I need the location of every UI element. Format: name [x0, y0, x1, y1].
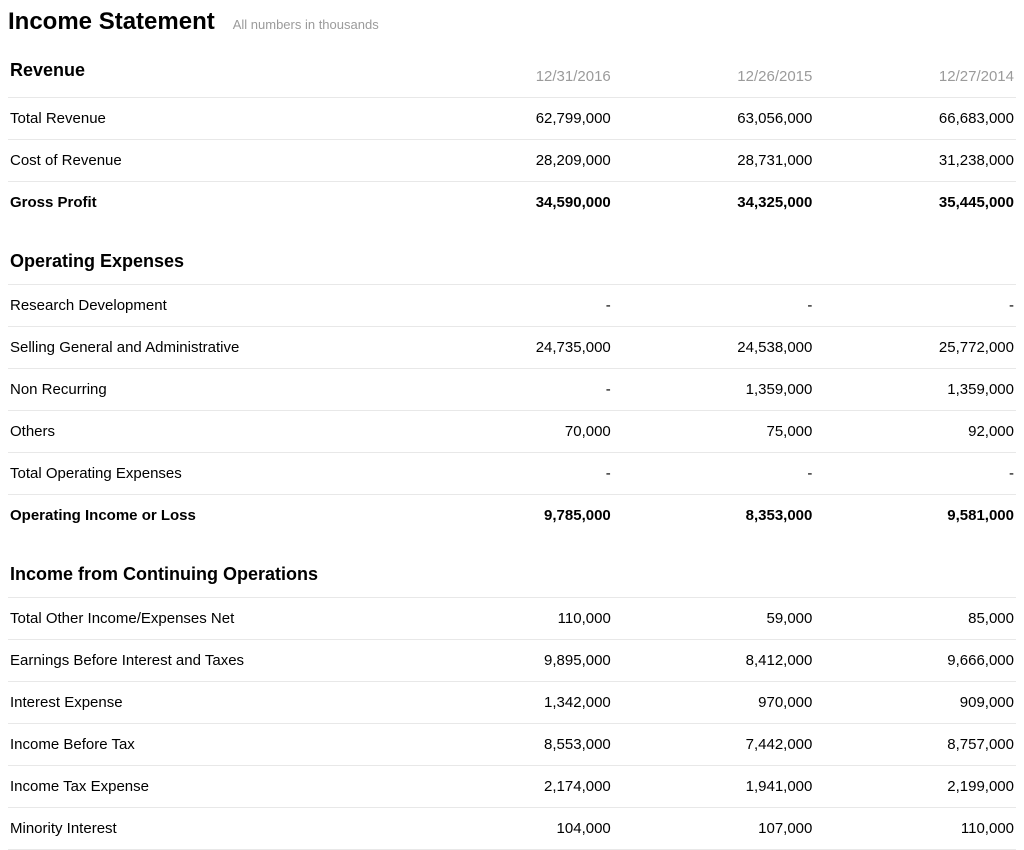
row-value: 104,000	[411, 808, 613, 850]
section-header: Income from Continuing Operations	[8, 536, 411, 598]
row-value: 63,056,000	[613, 98, 815, 140]
row-value: 85,000	[814, 598, 1016, 640]
row-label: Total Operating Expenses	[8, 453, 411, 495]
row-label: Others	[8, 411, 411, 453]
row-value: 1,342,000	[411, 682, 613, 724]
column-date	[814, 536, 1016, 598]
table-row: Earnings Before Interest and Taxes9,895,…	[8, 640, 1016, 682]
row-value: -	[814, 285, 1016, 327]
row-label: Income Tax Expense	[8, 766, 411, 808]
row-value: 970,000	[613, 682, 815, 724]
table-row: Income Tax Expense2,174,0001,941,0002,19…	[8, 766, 1016, 808]
row-value: 34,590,000	[411, 182, 613, 224]
row-value: 110,000	[411, 598, 613, 640]
row-value: 28,731,000	[613, 140, 815, 182]
table-row: Income Before Tax8,553,0007,442,0008,757…	[8, 724, 1016, 766]
table-row: Operating Income or Loss9,785,0008,353,0…	[8, 495, 1016, 537]
table-row: Minority Interest104,000107,000110,000	[8, 808, 1016, 850]
table-row: Selling General and Administrative24,735…	[8, 327, 1016, 369]
row-value: 8,412,000	[613, 640, 815, 682]
row-value: -	[613, 453, 815, 495]
row-value: 24,538,000	[613, 327, 815, 369]
row-value: 1,359,000	[814, 369, 1016, 411]
row-value: 8,757,000	[814, 724, 1016, 766]
page-subtitle: All numbers in thousands	[233, 17, 379, 32]
row-label: Non Recurring	[8, 369, 411, 411]
row-value: -	[613, 285, 815, 327]
row-value: -	[411, 369, 613, 411]
row-label: Minority Interest	[8, 808, 411, 850]
row-label: Selling General and Administrative	[8, 327, 411, 369]
row-value: 9,581,000	[814, 495, 1016, 537]
column-date	[411, 536, 613, 598]
row-value: -	[411, 453, 613, 495]
row-value: 31,238,000	[814, 140, 1016, 182]
row-value: 24,735,000	[411, 327, 613, 369]
column-date: 12/31/2016	[411, 56, 613, 98]
row-value: 92,000	[814, 411, 1016, 453]
row-value: 7,442,000	[613, 724, 815, 766]
row-label: Operating Income or Loss	[8, 495, 411, 537]
row-value: 909,000	[814, 682, 1016, 724]
table-row: Interest Expense1,342,000970,000909,000	[8, 682, 1016, 724]
row-value: 34,325,000	[613, 182, 815, 224]
row-value: -	[814, 453, 1016, 495]
column-date	[814, 223, 1016, 285]
row-value: 8,353,000	[613, 495, 815, 537]
row-value: 62,799,000	[411, 98, 613, 140]
row-value: 9,895,000	[411, 640, 613, 682]
table-row: Research Development---	[8, 285, 1016, 327]
column-date: 12/26/2015	[613, 56, 815, 98]
row-label: Cost of Revenue	[8, 140, 411, 182]
row-value: -	[411, 285, 613, 327]
table-row: Gross Profit34,590,00034,325,00035,445,0…	[8, 182, 1016, 224]
table-row: Cost of Revenue28,209,00028,731,00031,23…	[8, 140, 1016, 182]
row-value: 8,553,000	[411, 724, 613, 766]
row-value: 2,199,000	[814, 766, 1016, 808]
row-value: 25,772,000	[814, 327, 1016, 369]
row-label: Interest Expense	[8, 682, 411, 724]
table-row: Total Operating Expenses---	[8, 453, 1016, 495]
row-label: Total Other Income/Expenses Net	[8, 598, 411, 640]
row-value: 70,000	[411, 411, 613, 453]
row-label: Earnings Before Interest and Taxes	[8, 640, 411, 682]
row-value: 110,000	[814, 808, 1016, 850]
row-value: 59,000	[613, 598, 815, 640]
column-date	[613, 223, 815, 285]
row-value: 9,785,000	[411, 495, 613, 537]
row-label: Research Development	[8, 285, 411, 327]
page-title: Income Statement	[8, 8, 215, 36]
table-row: Total Revenue62,799,00063,056,00066,683,…	[8, 98, 1016, 140]
row-label: Income Before Tax	[8, 724, 411, 766]
row-value: 2,174,000	[411, 766, 613, 808]
column-date	[411, 223, 613, 285]
section-header: Revenue	[8, 56, 411, 98]
row-value: 1,359,000	[613, 369, 815, 411]
row-value: 1,941,000	[613, 766, 815, 808]
row-label: Gross Profit	[8, 182, 411, 224]
row-label: Total Revenue	[8, 98, 411, 140]
table-row: Total Other Income/Expenses Net110,00059…	[8, 598, 1016, 640]
section-header: Operating Expenses	[8, 223, 411, 285]
title-row: Income Statement All numbers in thousand…	[8, 8, 1016, 36]
row-value: 75,000	[613, 411, 815, 453]
table-row: Non Recurring-1,359,0001,359,000	[8, 369, 1016, 411]
row-value: 9,666,000	[814, 640, 1016, 682]
income-statement-table: Revenue12/31/201612/26/201512/27/2014Tot…	[8, 56, 1016, 850]
row-value: 66,683,000	[814, 98, 1016, 140]
row-value: 35,445,000	[814, 182, 1016, 224]
row-value: 28,209,000	[411, 140, 613, 182]
row-value: 107,000	[613, 808, 815, 850]
column-date	[613, 536, 815, 598]
table-row: Others70,00075,00092,000	[8, 411, 1016, 453]
column-date: 12/27/2014	[814, 56, 1016, 98]
